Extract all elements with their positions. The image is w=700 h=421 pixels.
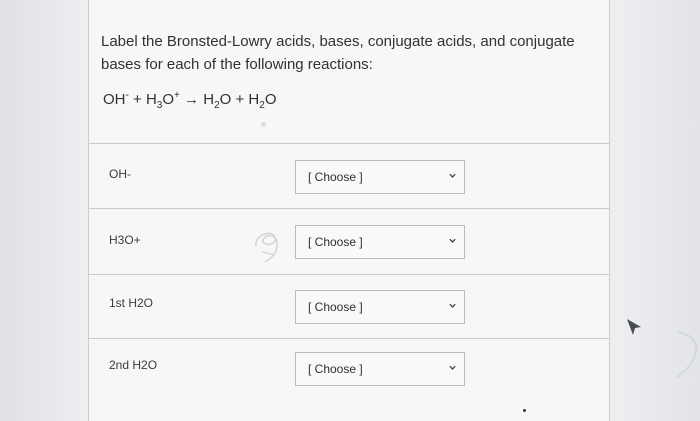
equation-h3o-h: H: [145, 91, 157, 108]
chevron-down-icon: [449, 364, 456, 371]
question-prompt: Label the Bronsted-Lowry acids, bases, c…: [101, 33, 575, 73]
answer-row-first-h2o: 1st H2O [ Choose ]: [89, 275, 609, 339]
select-value-first-h2o: [ Choose ]: [308, 300, 363, 314]
chemical-equation: OH- + H3O+ → H2O + H2O: [103, 90, 276, 111]
question-card: Label the Bronsted-Lowry acids, bases, c…: [88, 0, 610, 421]
equation-oh-charge: -: [125, 90, 129, 101]
select-value-second-h2o: [ Choose ]: [308, 362, 363, 376]
equation-h2o-a-o: O: [219, 91, 232, 108]
smudge-mark: [261, 122, 266, 127]
equation-h2o-b-h: H: [248, 91, 260, 108]
reaction-arrow: →: [184, 91, 200, 108]
pencil-annotation-icon: [246, 221, 288, 265]
row-label-second-h2o: 2nd H2O: [109, 358, 158, 372]
choose-select-second-h2o[interactable]: [ Choose ]: [295, 352, 465, 386]
equation-plus-1: +: [133, 91, 142, 108]
chevron-down-icon: [449, 172, 456, 179]
equation-h2o-b-o: O: [264, 91, 277, 108]
row-label-first-h2o: 1st H2O: [109, 296, 154, 310]
mouse-cursor-icon: [626, 318, 642, 336]
equation-h2o-a-h: H: [203, 91, 215, 108]
answer-row-h3o: H3O+ [ Choose ]: [89, 209, 609, 273]
dust-speck: [523, 409, 526, 412]
row-label-h3o: H3O+: [109, 233, 141, 247]
chevron-down-icon: [449, 302, 456, 309]
equation-plus-2: +: [235, 91, 245, 108]
chevron-down-icon: [449, 237, 456, 244]
answer-row-oh: OH- [ Choose ]: [89, 144, 609, 208]
choose-select-h3o[interactable]: [ Choose ]: [295, 225, 465, 259]
choose-select-first-h2o[interactable]: [ Choose ]: [295, 290, 465, 324]
select-value-h3o: [ Choose ]: [308, 235, 363, 249]
select-value-oh: [ Choose ]: [308, 170, 363, 184]
row-label-oh: OH-: [109, 167, 131, 181]
answer-row-second-h2o: 2nd H2O [ Choose ]: [89, 339, 609, 403]
choose-select-oh[interactable]: [ Choose ]: [295, 160, 465, 194]
equation-h3o-charge: +: [174, 90, 180, 101]
edge-smudge-mark: [672, 324, 700, 382]
equation-oh: OH: [103, 91, 126, 108]
equation-h3o-o: O: [162, 91, 175, 108]
